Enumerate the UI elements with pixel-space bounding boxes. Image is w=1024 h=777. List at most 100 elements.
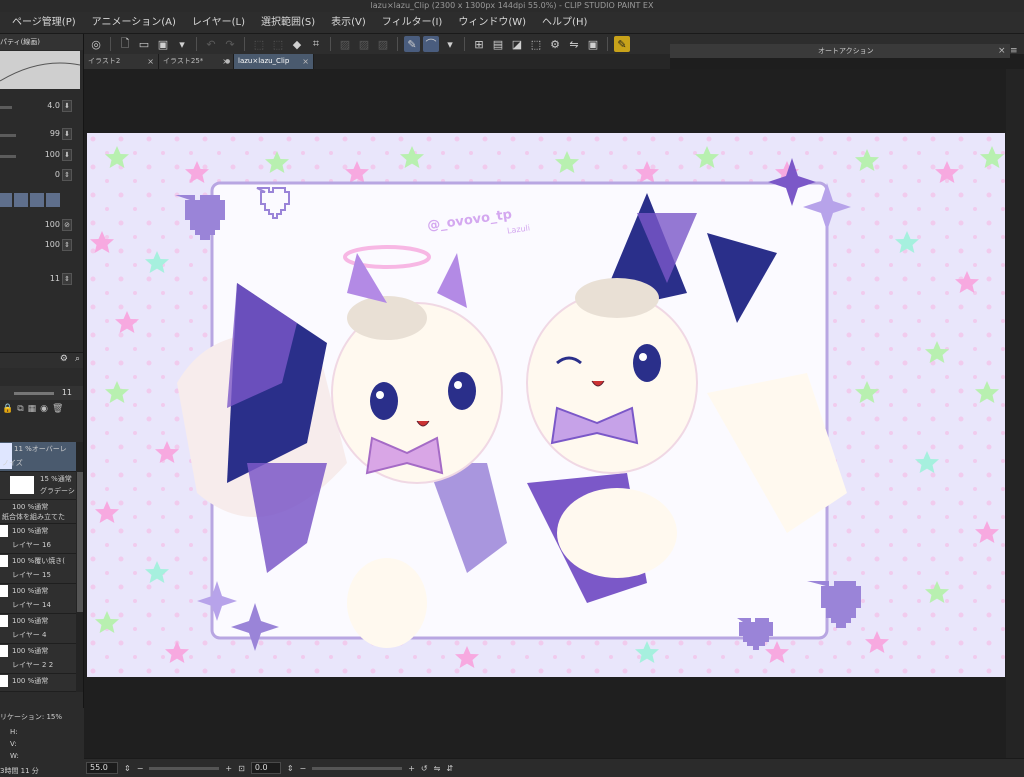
layer-property-icon[interactable]: ▤ — [490, 36, 506, 52]
slider-track[interactable] — [0, 134, 16, 137]
slider-track[interactable] — [0, 106, 12, 109]
zoom-stepper-icon[interactable]: ⇕ — [124, 764, 131, 773]
deselect-icon[interactable]: ⬚ — [251, 36, 267, 52]
layer-row-noise[interactable]: 11 %オーバーレ ノイズ — [0, 442, 76, 472]
new-file-icon[interactable]: 🗋 — [117, 36, 133, 52]
density-row[interactable]: 100 ⬇ — [0, 149, 83, 163]
reference-icon[interactable]: ▦ — [28, 404, 37, 430]
layer-opacity-row[interactable]: 11 — [0, 386, 83, 400]
drawing-canvas[interactable]: @_ovovo_tp Lazuli — [87, 133, 1005, 677]
ruler-snap-icon[interactable]: ⌒ — [423, 36, 439, 52]
open-icon[interactable]: ▭ — [136, 36, 152, 52]
blend-row[interactable]: 100 ⇕ — [0, 239, 83, 253]
brush-size-row[interactable]: 4.0 ⬇ — [0, 100, 83, 114]
rotation-stepper-icon[interactable]: ⇕ — [287, 764, 294, 773]
close-icon[interactable]: × — [998, 44, 1008, 58]
slider-track[interactable] — [14, 392, 54, 395]
swatch[interactable] — [14, 193, 28, 207]
image-icon[interactable]: ◪ — [509, 36, 525, 52]
menu-layer[interactable]: レイヤー(L) — [184, 12, 253, 34]
menu-animation[interactable]: アニメーション(A) — [84, 12, 184, 34]
layer-icon[interactable]: ▣ — [585, 36, 601, 52]
pen-icon[interactable]: ✎ — [614, 36, 630, 52]
zoom-in-button[interactable]: + — [225, 764, 232, 773]
redo-icon[interactable]: ↷ — [222, 36, 238, 52]
brush-preview — [0, 51, 81, 89]
close-icon[interactable]: × — [147, 54, 154, 69]
tab-lazu-clip[interactable]: ● lazu×lazu_Clip × — [225, 54, 314, 69]
settings-icon[interactable]: ⚙ — [60, 354, 68, 364]
dropdown-icon[interactable]: ⬇ — [62, 100, 72, 112]
swatch[interactable] — [30, 193, 44, 207]
fit-icon[interactable]: ⊡ — [238, 764, 245, 773]
chevron-down-icon[interactable]: ▾ — [174, 36, 190, 52]
transform-icon[interactable]: ⌗ — [308, 36, 324, 52]
scroll-thumb[interactable] — [77, 472, 83, 612]
texture-row[interactable]: 100 ⊘ — [0, 219, 83, 233]
layer-row-2-2[interactable]: 100 %通常 レイヤー 2 2 — [0, 644, 76, 674]
reset-icon[interactable]: ⊘ — [62, 219, 72, 231]
slider-track[interactable] — [0, 155, 16, 158]
toolbar-divider — [397, 37, 398, 51]
menu-view[interactable]: 表示(V) — [323, 12, 374, 34]
menu-window[interactable]: ウィンドウ(W) — [450, 12, 534, 34]
fill-selection-icon[interactable]: ▨ — [337, 36, 353, 52]
flip-icon[interactable]: ⇋ — [566, 36, 582, 52]
layer-row-16[interactable]: 100 %通常 レイヤー 16 — [0, 524, 76, 554]
layer-row-4[interactable]: 100 %通常 レイヤー 4 — [0, 614, 76, 644]
save-icon[interactable]: ▣ — [155, 36, 171, 52]
new-layer-icon[interactable]: ⊞ — [471, 36, 487, 52]
layer-scrollbar[interactable] — [76, 442, 83, 692]
spacing-row[interactable]: 11 ⇕ — [0, 273, 83, 287]
delete-icon[interactable]: 🗑 — [52, 404, 63, 430]
rotation-slider[interactable] — [312, 766, 403, 770]
mask-icon[interactable]: ◉ — [40, 404, 48, 430]
selection-icon[interactable]: ⬚ — [528, 36, 544, 52]
layer-row-gradient[interactable]: 15 %通常 グラデーショ — [0, 472, 82, 500]
layer-row-15[interactable]: 100 %覆い焼き( レイヤー 15 — [0, 554, 76, 584]
layer-row-folder[interactable]: 100 %通常 紙合体を組み立てた — [0, 500, 76, 524]
search-icon[interactable]: ⌕ — [75, 354, 80, 364]
close-icon[interactable]: × — [302, 54, 309, 69]
swatch[interactable] — [46, 193, 60, 207]
stepper-icon[interactable]: ⇕ — [62, 239, 72, 251]
stabilization-row[interactable]: 0 ⇕ — [0, 169, 83, 183]
flip-horizontal-icon[interactable]: ⇋ — [434, 764, 441, 773]
right-scrollbar[interactable] — [1006, 69, 1024, 758]
zoom-out-button[interactable]: − — [137, 764, 144, 773]
opacity-row[interactable]: 99 ⬇ — [0, 128, 83, 142]
reset-rotation-icon[interactable]: ↺ — [421, 764, 428, 773]
stepper-icon[interactable]: ⇕ — [62, 273, 72, 285]
zoom-input[interactable]: 55.0 — [86, 762, 118, 774]
clip-icon[interactable]: ⧉ — [17, 404, 23, 430]
status-bar: 55.0 ⇕ − + ⊡ 0.0 ⇕ − + ↺ ⇋ ⇵ — [84, 758, 1024, 777]
swatch[interactable] — [0, 193, 12, 207]
menu-help[interactable]: ヘルプ(H) — [534, 12, 595, 34]
clear-outside-icon[interactable]: ▨ — [375, 36, 391, 52]
select-all-icon[interactable]: ⬚ — [270, 36, 286, 52]
stepper-icon[interactable]: ⇕ — [62, 169, 72, 181]
menu-filter[interactable]: フィルター(I) — [374, 12, 451, 34]
lock-icon[interactable]: 🔒 — [2, 404, 13, 430]
menu-selection[interactable]: 選択範囲(S) — [253, 12, 323, 34]
rotation-input[interactable]: 0.0 — [250, 762, 281, 774]
menu-page[interactable]: ページ管理(P) — [4, 12, 84, 34]
pen-snap-icon[interactable]: ✎ — [404, 36, 420, 52]
clear-icon[interactable]: ▨ — [356, 36, 372, 52]
menu-icon[interactable]: ≡ — [1010, 44, 1020, 58]
settings-icon[interactable]: ⚙ — [547, 36, 563, 52]
rotate-right-button[interactable]: + — [408, 764, 415, 773]
layer-row-bottom[interactable]: 100 %通常 — [0, 674, 76, 692]
layer-row-14[interactable]: 100 %通常 レイヤー 14 — [0, 584, 76, 614]
dropdown-icon[interactable]: ⬇ — [62, 149, 72, 161]
flip-vertical-icon[interactable]: ⇵ — [446, 764, 453, 773]
zoom-slider[interactable] — [149, 766, 220, 770]
rotate-left-button[interactable]: − — [300, 764, 307, 773]
fill-icon[interactable]: ◆ — [289, 36, 305, 52]
tab-illust25[interactable]: イラスト25* × — [159, 54, 234, 69]
clip-studio-icon[interactable]: ◎ — [88, 36, 104, 52]
dropdown-icon[interactable]: ⬇ — [62, 128, 72, 140]
undo-icon[interactable]: ↶ — [203, 36, 219, 52]
chevron-down-icon[interactable]: ▾ — [442, 36, 458, 52]
tab-illust2[interactable]: イラスト2 × — [84, 54, 159, 69]
